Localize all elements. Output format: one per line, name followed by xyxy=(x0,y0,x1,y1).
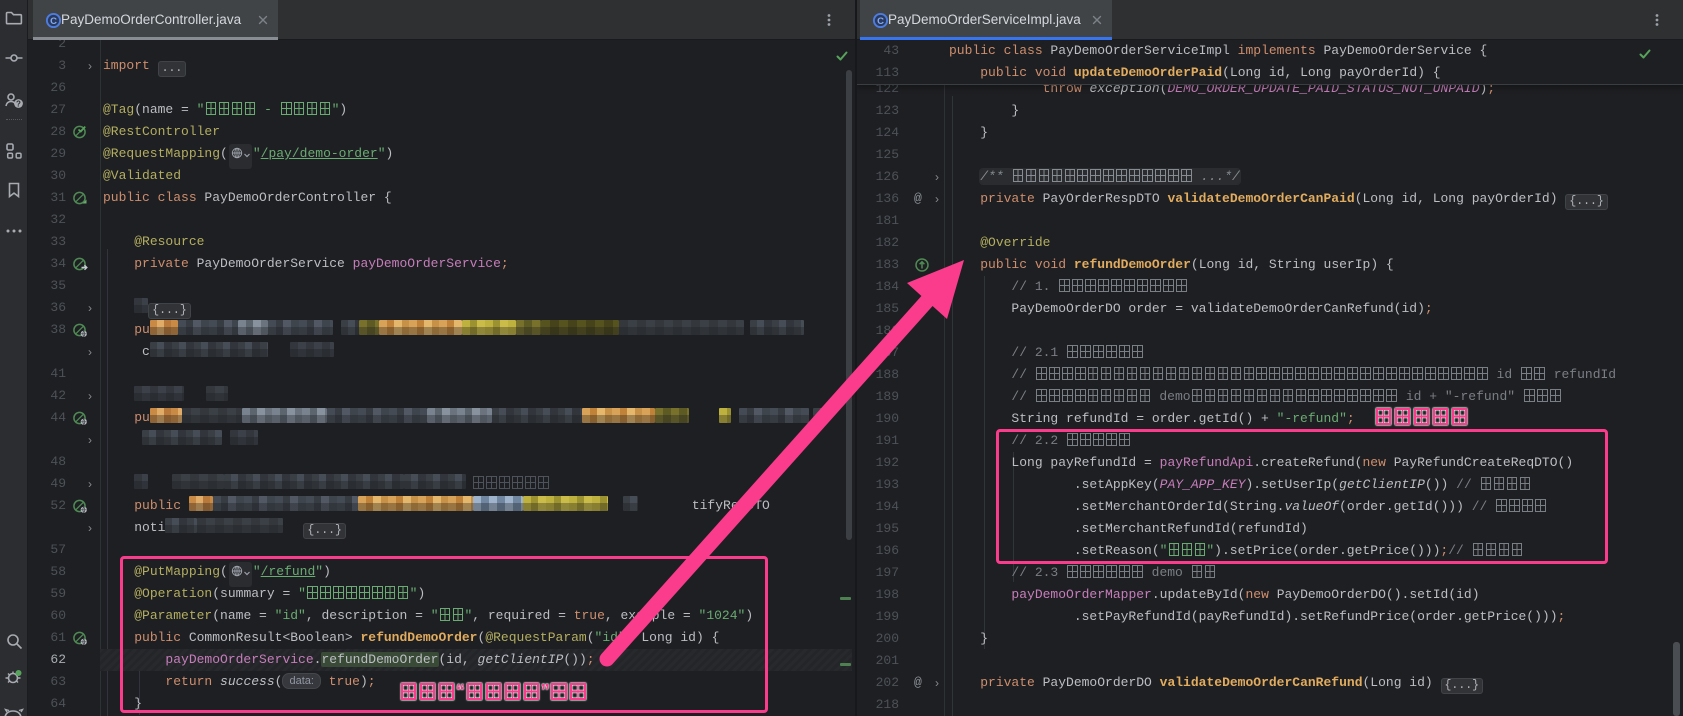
svg-text:C: C xyxy=(877,16,884,27)
svg-text:C: C xyxy=(50,16,57,27)
svg-text:?: ? xyxy=(16,100,21,109)
